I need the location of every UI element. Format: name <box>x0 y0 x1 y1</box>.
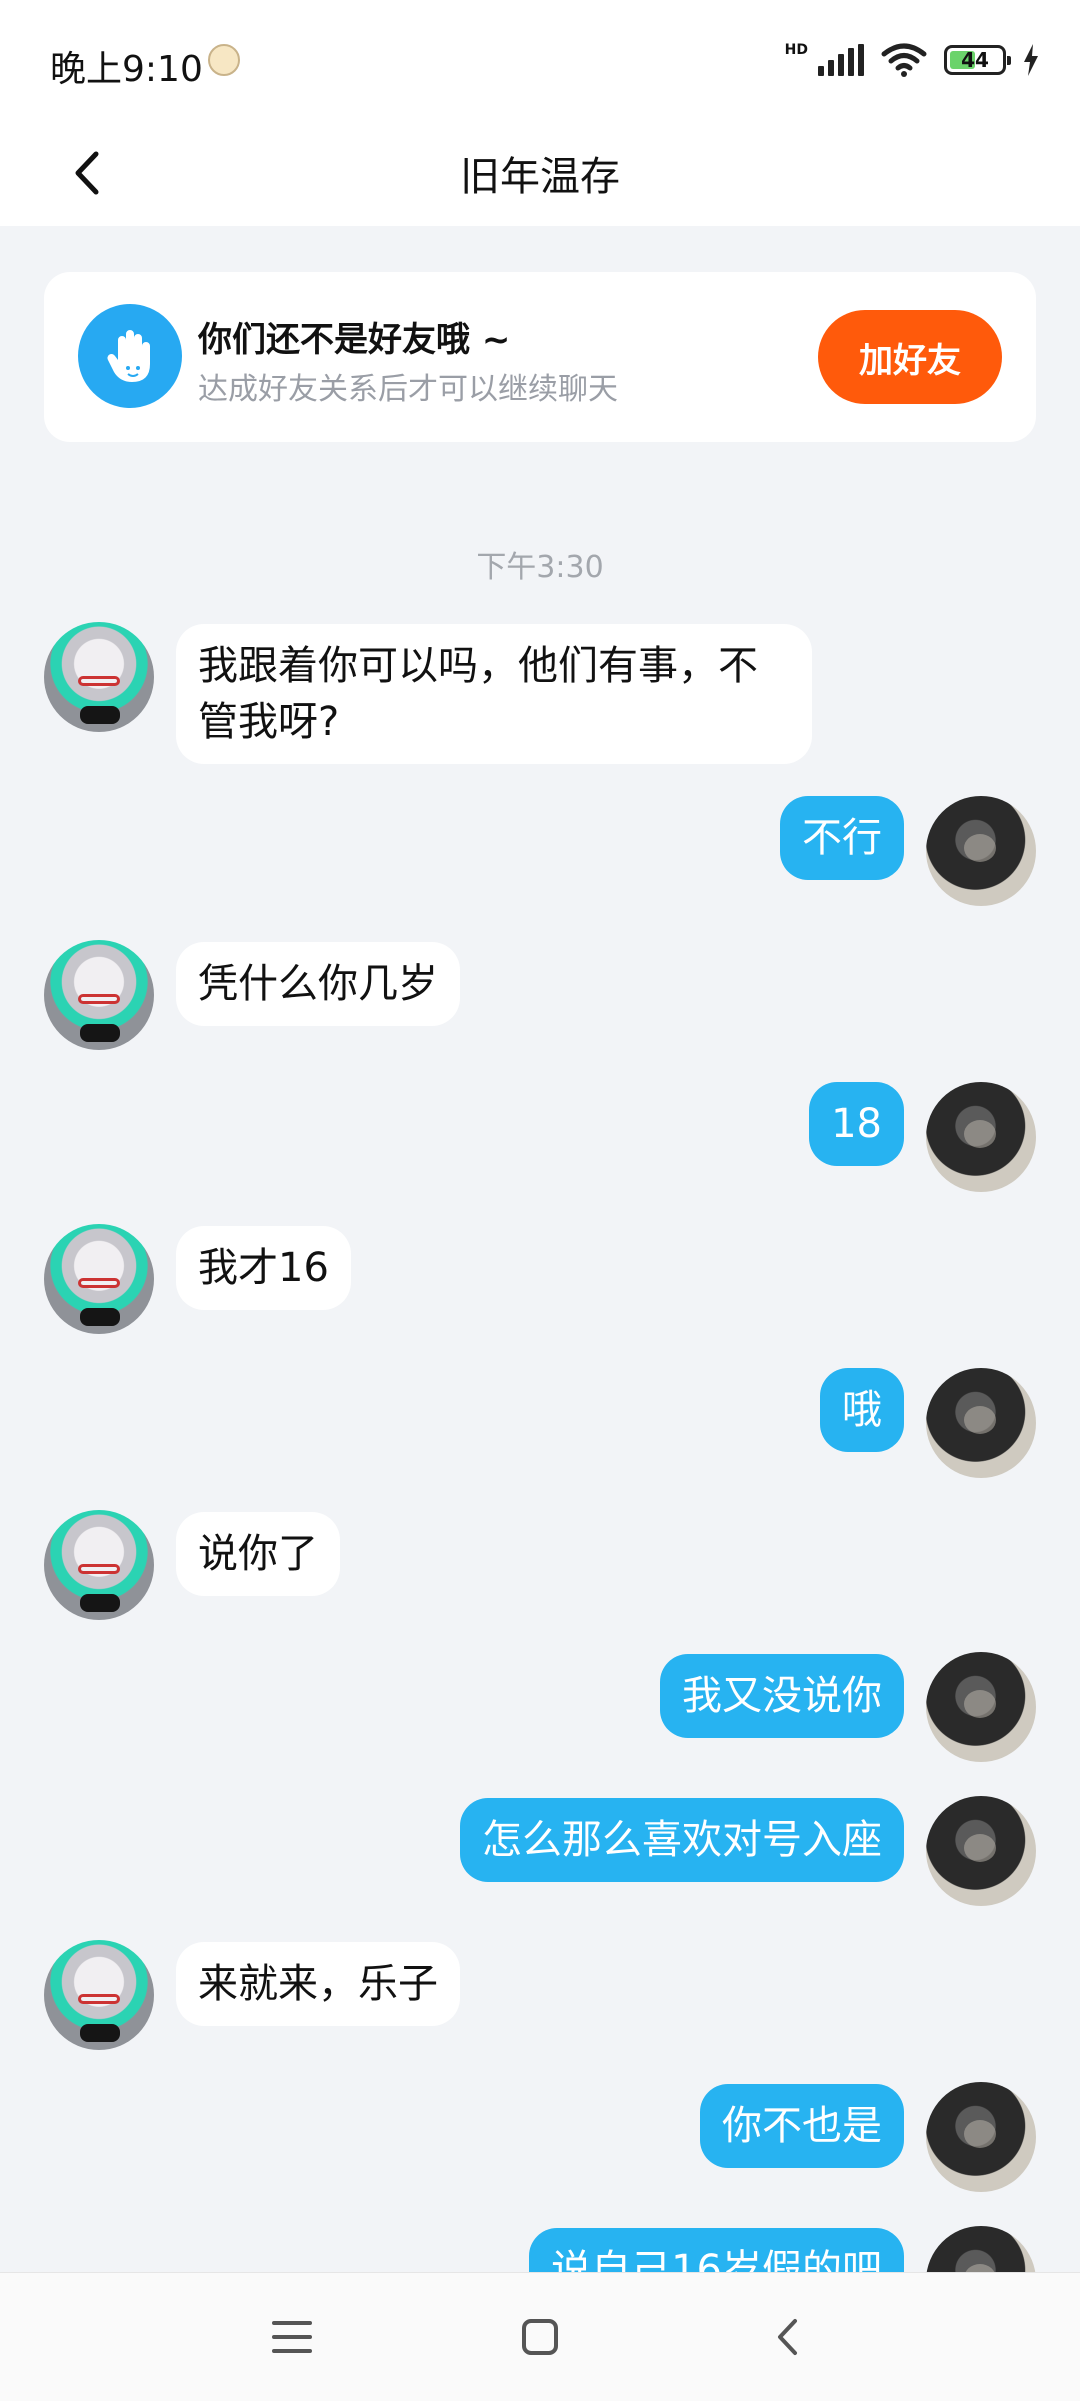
waving-hand-icon <box>78 304 182 408</box>
charging-icon <box>1024 44 1038 76</box>
wifi-icon <box>881 43 927 77</box>
contact-avatar[interactable] <box>44 622 154 732</box>
add-friend-button[interactable]: 加好友 <box>818 310 1002 404</box>
message-bubble-left[interactable]: 来就来，乐子 <box>176 1942 460 2026</box>
user-avatar[interactable] <box>926 2082 1036 2192</box>
message-bubble-left[interactable]: 我跟着你可以吗，他们有事，不管我呀? <box>176 624 812 764</box>
chat-header: 旧年温存 <box>0 120 1080 226</box>
user-avatar[interactable] <box>926 1796 1036 1906</box>
message-bubble-right[interactable]: 我又没说你 <box>660 1654 904 1738</box>
message-bubble-left[interactable]: 说你了 <box>176 1512 340 1596</box>
message-bubble-right[interactable]: 哦 <box>820 1368 904 1452</box>
system-back-button[interactable] <box>756 2305 820 2369</box>
contact-avatar[interactable] <box>44 1940 154 2050</box>
home-square-icon <box>522 2319 558 2355</box>
message-bubble-right[interactable]: 怎么那么喜欢对号入座 <box>460 1798 904 1882</box>
message-bubble-left[interactable]: 我才16 <box>176 1226 351 1310</box>
status-icons: HD 44 <box>785 38 1040 82</box>
message-bubble-right[interactable]: 不行 <box>780 796 904 880</box>
user-avatar[interactable] <box>926 1082 1036 1192</box>
message-bubble-right[interactable]: 你不也是 <box>700 2084 904 2168</box>
message-bubble-left[interactable]: 凭什么你几岁 <box>176 942 460 1026</box>
user-avatar[interactable] <box>926 1368 1036 1478</box>
contact-avatar[interactable] <box>44 940 154 1050</box>
add-friend-banner: 你们还不是好友哦 ~ 达成好友关系后才可以继续聊天 加好友 <box>44 272 1036 442</box>
message-bubble-right[interactable]: 18 <box>809 1082 904 1166</box>
contact-avatar[interactable] <box>44 1224 154 1334</box>
chat-title: 旧年温存 <box>460 154 620 200</box>
battery-icon: 44 <box>944 45 1011 75</box>
status-bar: 晚上9:10 HD 44 <box>0 0 1080 120</box>
menu-button[interactable] <box>260 2305 324 2369</box>
banner-title: 你们还不是好友哦 ~ <box>198 320 511 360</box>
contact-avatar[interactable] <box>44 1510 154 1620</box>
user-avatar[interactable] <box>926 796 1036 906</box>
menu-icon <box>272 2321 312 2353</box>
battery-level: 44 <box>961 48 989 72</box>
notification-emoji-icon <box>208 44 240 76</box>
back-triangle-icon <box>778 2319 797 2355</box>
signal-icon <box>818 44 864 76</box>
hd-badge: HD <box>784 42 808 58</box>
status-time: 晚上9:10 <box>50 49 203 90</box>
user-avatar[interactable] <box>926 1652 1036 1762</box>
banner-subtitle: 达成好友关系后才可以继续聊天 <box>198 372 618 407</box>
message-timestamp: 下午3:30 <box>476 550 604 585</box>
home-button[interactable] <box>508 2305 572 2369</box>
system-nav-bar <box>0 2272 1080 2401</box>
